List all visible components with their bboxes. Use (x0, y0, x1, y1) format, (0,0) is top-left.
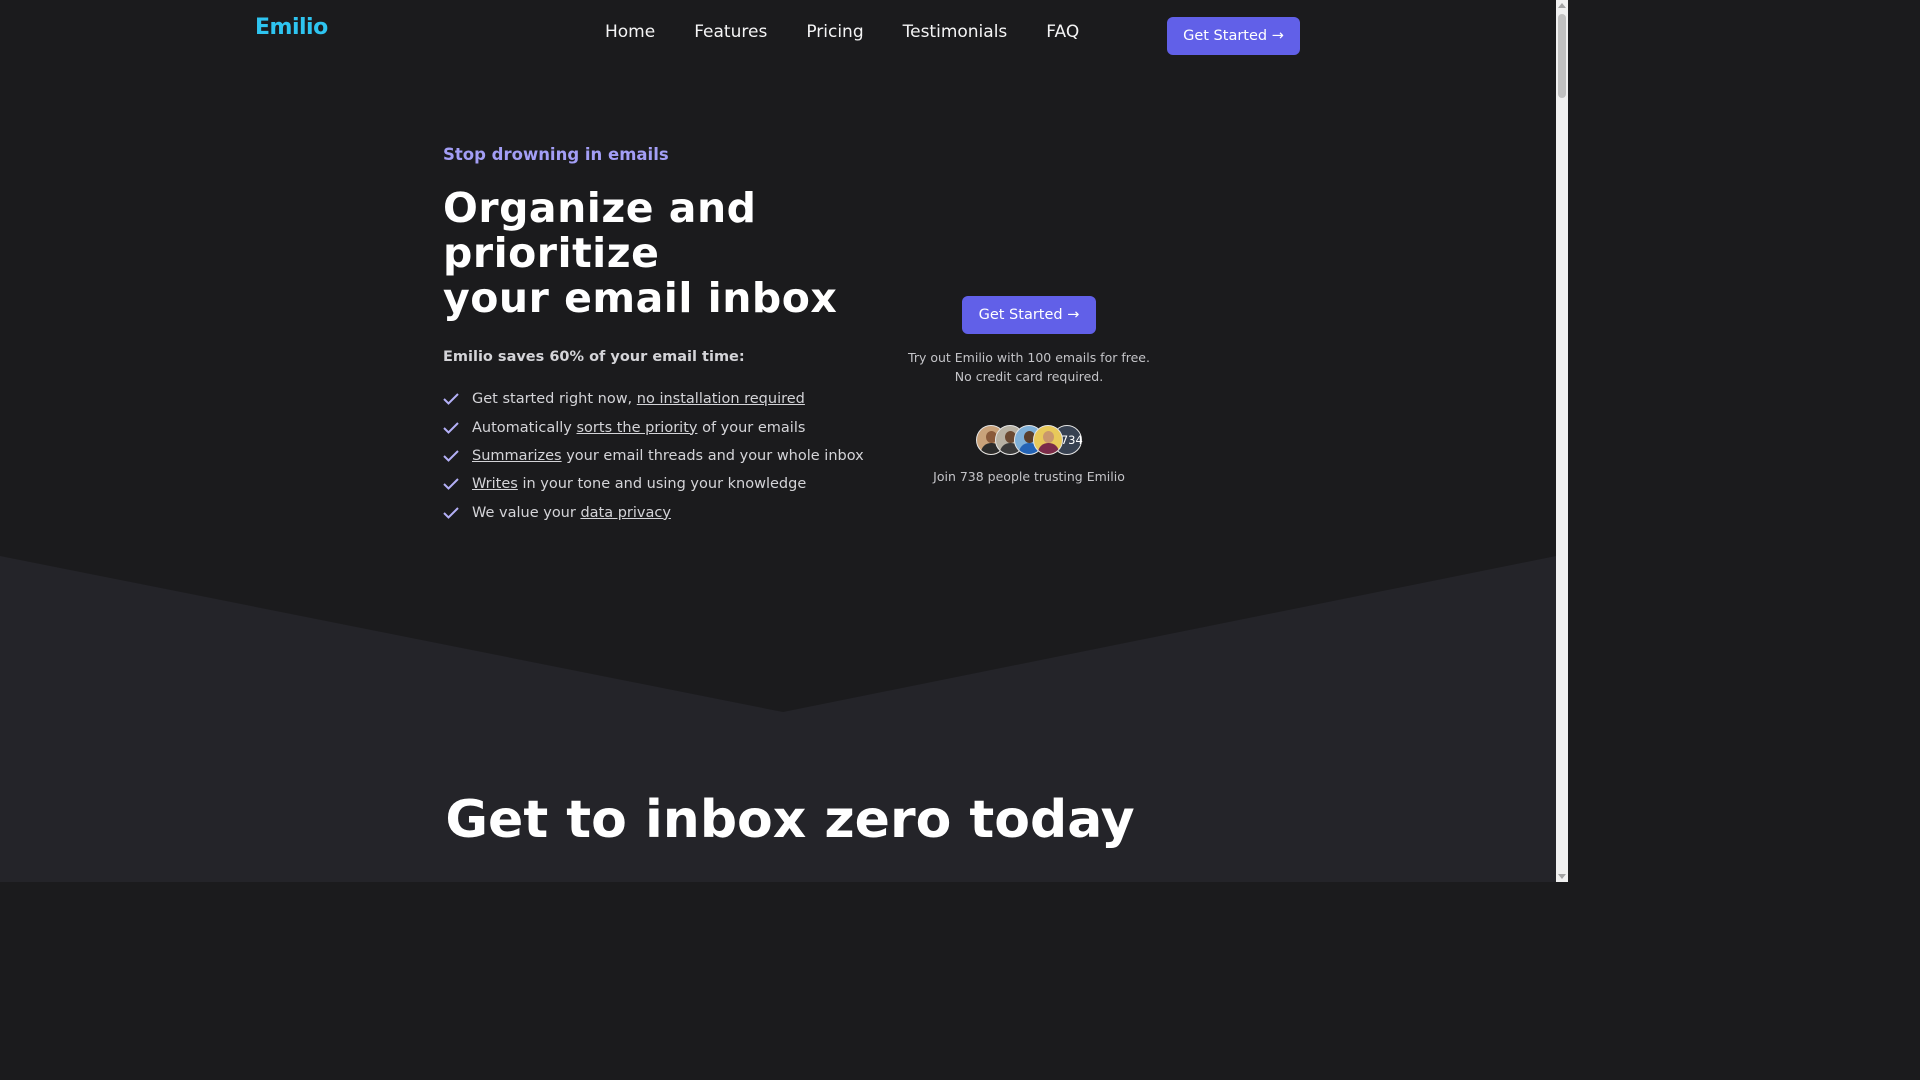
feature-text: of your emails (697, 419, 806, 436)
check-icon (443, 421, 459, 434)
hero-headline: Organize and prioritize your email inbox (443, 186, 883, 321)
check-icon (443, 507, 459, 519)
feature-link[interactable]: data privacy (580, 505, 670, 521)
feature-item: Summarizes your email threads and your w… (443, 442, 883, 470)
hero-cta-panel: Get Started → Try out Emilio with 100 em… (900, 296, 1158, 484)
nav-link-features[interactable]: Features (694, 22, 767, 42)
feature-link[interactable]: Summarizes (472, 448, 562, 464)
headline-line: your email inbox (443, 274, 838, 322)
section-title: Get to inbox zero today (445, 790, 1135, 850)
nav-get-started-button[interactable]: Get Started → (1167, 17, 1300, 55)
nav-link-faq[interactable]: FAQ (1046, 22, 1079, 42)
no-card-line: No credit card required. (954, 369, 1104, 384)
free-trial-line: Try out Emilio with 100 emails for free. (908, 350, 1150, 365)
feature-link[interactable]: sorts the priority (577, 420, 698, 436)
headline-line: prioritize (443, 229, 660, 277)
trust-text: Join 738 people trusting Emilio (933, 469, 1125, 484)
hero-copy: Stop drowning in emails Organize and pri… (443, 145, 883, 527)
feature-text: Get started right now, (472, 391, 637, 408)
feature-text: your email threads and your whole inbox (561, 447, 864, 464)
nav-links: Home Features Pricing Testimonials FAQ (605, 22, 1118, 42)
hero-get-started-button[interactable]: Get Started → (962, 296, 1096, 334)
nav-link-testimonials[interactable]: Testimonials (903, 22, 1008, 42)
free-trial-note: Try out Emilio with 100 emails for free.… (900, 348, 1158, 386)
feature-link[interactable]: Writes (472, 476, 518, 492)
feature-text: in your tone and using your knowledge (517, 476, 807, 493)
feature-item: We value your data privacy (443, 499, 883, 527)
page-scrollbar[interactable] (1556, 0, 1568, 882)
top-navbar: Emilio Home Features Pricing Testimonial… (0, 0, 1556, 70)
scroll-down-icon[interactable] (1558, 874, 1566, 879)
nav-link-home[interactable]: Home (605, 22, 655, 42)
avatar-group: +734 (900, 425, 1158, 455)
hero-eyebrow: Stop drowning in emails (443, 145, 669, 164)
feature-text: Automatically (472, 419, 577, 436)
check-icon (443, 450, 459, 462)
nav-link-pricing[interactable]: Pricing (806, 22, 863, 42)
hero-subhead: Emilio saves 60% of your email time: (443, 349, 745, 365)
feature-link[interactable]: no installation required (637, 391, 805, 407)
feature-list: Get started right now, no installation r… (443, 385, 883, 527)
feature-text: We value your (472, 504, 581, 521)
feature-item: Automatically sorts the priority of your… (443, 413, 883, 441)
headline-line: Organize and (443, 184, 757, 232)
scroll-up-icon[interactable] (1558, 3, 1566, 8)
check-icon (443, 393, 459, 406)
scrollbar-thumb[interactable] (1558, 14, 1566, 98)
avatar-woman-icon (1033, 425, 1063, 455)
feature-item: Writes in your tone and using your knowl… (443, 470, 883, 498)
emilio-logo[interactable]: Emilio (255, 15, 328, 40)
feature-item: Get started right now, no installation r… (443, 385, 883, 413)
check-icon (443, 478, 459, 491)
